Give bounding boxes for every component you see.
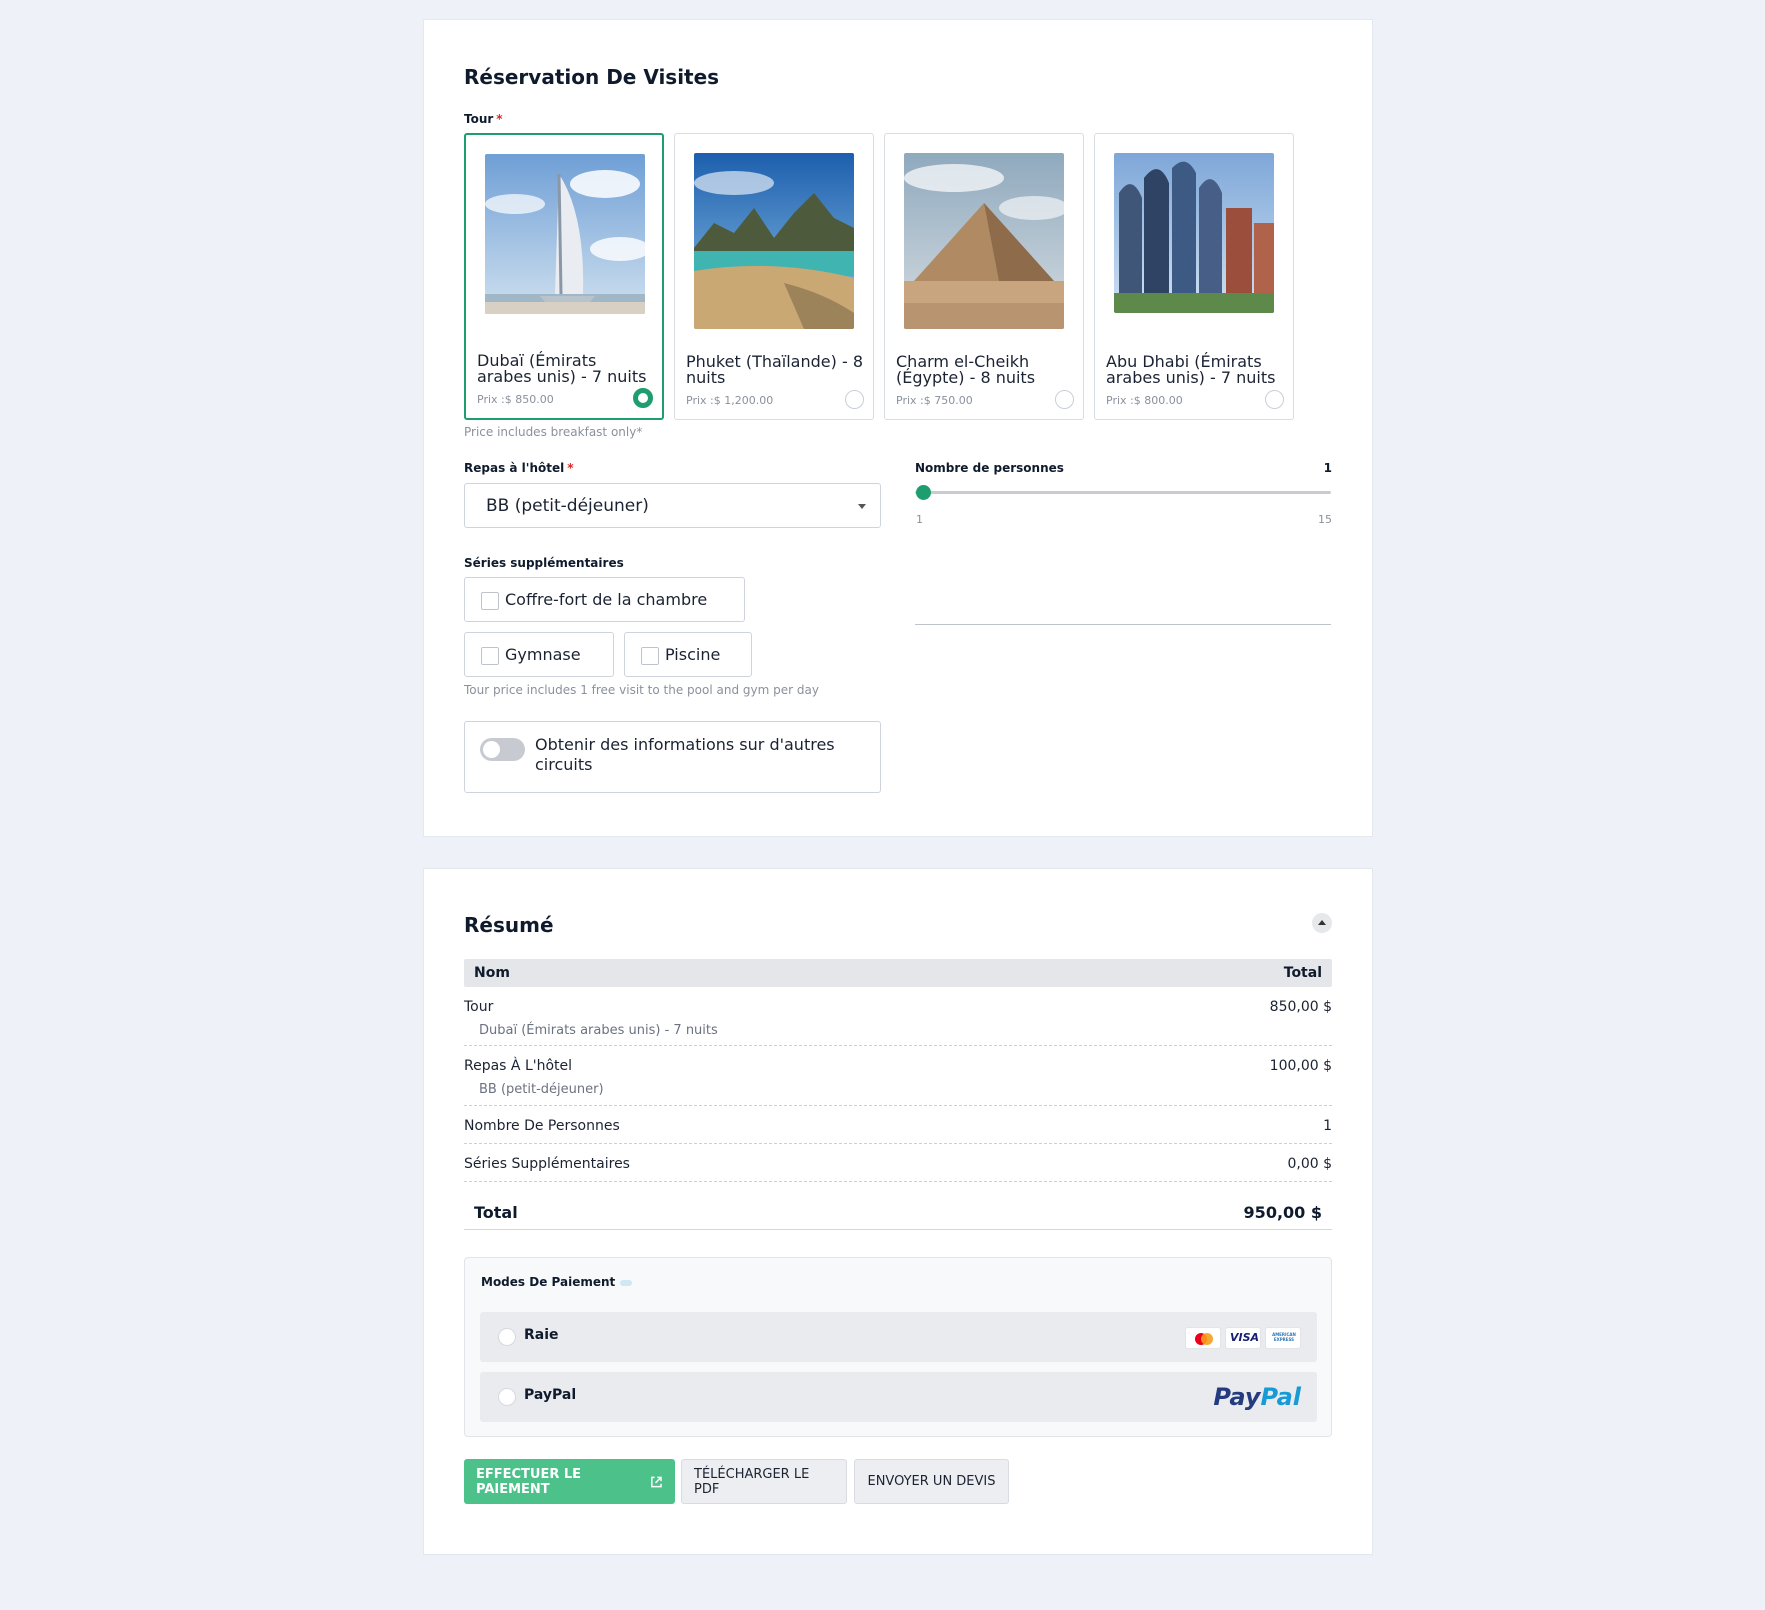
meal-select[interactable]: BB (petit-déjeuner) [464,483,881,528]
row-value: 100,00 $ [1269,1058,1332,1074]
persons-max: 15 [1318,513,1332,526]
extra-gym[interactable]: Gymnase [464,632,614,677]
row-value: 1 [1323,1118,1332,1134]
tour-radio[interactable] [1055,390,1074,409]
tour-radio[interactable] [845,390,864,409]
row-name: Repas À L'hôtel [464,1058,573,1074]
payment-radio[interactable] [498,1328,516,1346]
payment-radio[interactable] [498,1388,516,1406]
card-brands: VISA AMERICAN EXPRESS [1185,1327,1301,1349]
tour-name: Phuket (Thaïlande) - 8 nuits [686,352,863,387]
persons-min: 1 [916,513,923,526]
tour-option-sharm[interactable]: Charm el-Cheikh (Égypte) - 8 nuits Prix … [884,133,1084,420]
paypal-logo: PayPal [1213,1383,1301,1411]
row-value: 850,00 $ [1269,999,1332,1015]
tour-image-dubai [485,154,645,314]
tour-hint: Price includes breakfast only* [464,425,643,439]
row-name: Séries Supplémentaires [464,1156,630,1172]
table-row: Repas À L'hôtel BB (petit-déjeuner) 100,… [464,1058,1332,1106]
payment-title: Modes De Paiement [481,1275,633,1289]
tour-name: Dubaï (Émirats arabes unis) - 7 nuits [477,351,647,386]
payment-option-card[interactable]: Raie VISA AMERICAN EXPRESS [480,1312,1317,1362]
download-pdf-button[interactable]: TÉLÉCHARGER LE PDF [681,1459,847,1504]
extra-label: Gymnase [505,645,581,664]
amex-icon: AMERICAN EXPRESS [1265,1327,1301,1349]
total-label: Total [474,1203,518,1222]
extra-label: Piscine [665,645,721,664]
summary-title: Résumé [464,913,554,937]
external-link-icon [651,1476,662,1487]
info-badge [620,1279,633,1286]
toggle-knob [483,741,500,758]
payment-label: PayPal [524,1387,577,1403]
tour-option-dubai[interactable]: Dubaï (Émirats arabes unis) - 7 nuits Pr… [464,133,664,420]
col-total: Total [1283,965,1322,981]
meal-select-value: BB (petit-déjeuner) [486,496,649,516]
tour-label: Tour * [464,112,503,126]
visa-text: VISA [1230,1331,1260,1344]
tour-image-phuket [694,153,854,329]
meal-label: Repas à l'hôtel * [464,461,574,475]
payment-label: Raie [524,1327,559,1343]
row-sub: Dubaï (Émirats arabes unis) - 7 nuits [479,1023,718,1038]
row-name: Nombre De Personnes [464,1118,620,1134]
collapse-up-icon[interactable] [1312,913,1332,933]
persons-slider-track[interactable] [915,491,1331,494]
summary-table-header: Nom Total [464,959,1332,987]
extra-label: Coffre-fort de la chambre [505,590,708,609]
make-payment-button[interactable]: EFFECTUER LE PAIEMENT [464,1459,675,1504]
visa-icon: VISA [1225,1327,1261,1349]
mastercard-icon [1185,1327,1221,1349]
tour-price: Prix :$ 750.00 [896,394,973,407]
other-tours-toggle[interactable] [480,738,525,761]
send-quote-button[interactable]: ENVOYER UN DEVIS [854,1459,1009,1504]
tour-image-pyramid [904,153,1064,329]
amex-text: AMERICAN EXPRESS [1272,1332,1296,1342]
tour-price: Prix :$ 800.00 [1106,394,1183,407]
tour-price: Prix :$ 850.00 [477,393,554,406]
chevron-down-icon [858,504,866,509]
tour-radio-selected[interactable] [633,388,653,408]
payment-methods: Modes De Paiement Raie VISA AMERICAN EXP… [464,1257,1332,1437]
tour-option-phuket[interactable]: Phuket (Thaïlande) - 8 nuits Prix :$ 1,2… [674,133,874,420]
tour-name: Charm el-Cheikh (Égypte) - 8 nuits [896,352,1036,387]
checkbox[interactable] [481,592,499,610]
tour-price: Prix :$ 1,200.00 [686,394,774,407]
persons-slider-thumb[interactable] [916,485,931,500]
extras-hint: Tour price includes 1 free visit to the … [464,683,819,697]
total-row: Total 950,00 $ [464,1203,1332,1230]
table-row: Séries Supplémentaires 0,00 $ [464,1156,1332,1182]
payment-option-paypal[interactable]: PayPal PayPal [480,1372,1317,1422]
booking-card: Réservation De Visites Tour * Dubaï (Émir… [423,19,1373,837]
tour-radio[interactable] [1265,390,1284,409]
extras-label: Séries supplémentaires [464,556,624,570]
summary-card: Résumé Nom Total Tour Dubaï (Émirats ara… [423,868,1373,1555]
divider [915,624,1331,625]
toggle-label: Obtenir des informations sur d'autres ci… [535,735,835,774]
row-sub: BB (petit-déjeuner) [479,1082,604,1097]
checkbox[interactable] [641,647,659,665]
table-row: Tour Dubaï (Émirats arabes unis) - 7 nui… [464,999,1332,1046]
booking-title: Réservation De Visites [464,65,720,89]
persons-value: 1 [1323,461,1332,475]
row-name: Tour [464,999,494,1015]
tour-option-abudhabi[interactable]: Abu Dhabi (Émirats arabes unis) - 7 nuit… [1094,133,1294,420]
other-tours-toggle-field: Obtenir des informations sur d'autres ci… [464,721,881,793]
tour-name: Abu Dhabi (Émirats arabes unis) - 7 nuit… [1106,352,1276,387]
extra-pool[interactable]: Piscine [624,632,752,677]
col-name: Nom [474,965,510,981]
total-value: 950,00 $ [1243,1203,1322,1222]
row-value: 0,00 $ [1287,1156,1332,1172]
extra-room-safe[interactable]: Coffre-fort de la chambre [464,577,745,622]
table-row: Nombre De Personnes 1 [464,1118,1332,1144]
persons-label: Nombre de personnes [915,461,1064,475]
checkbox[interactable] [481,647,499,665]
tour-image-abudhabi [1114,153,1274,313]
